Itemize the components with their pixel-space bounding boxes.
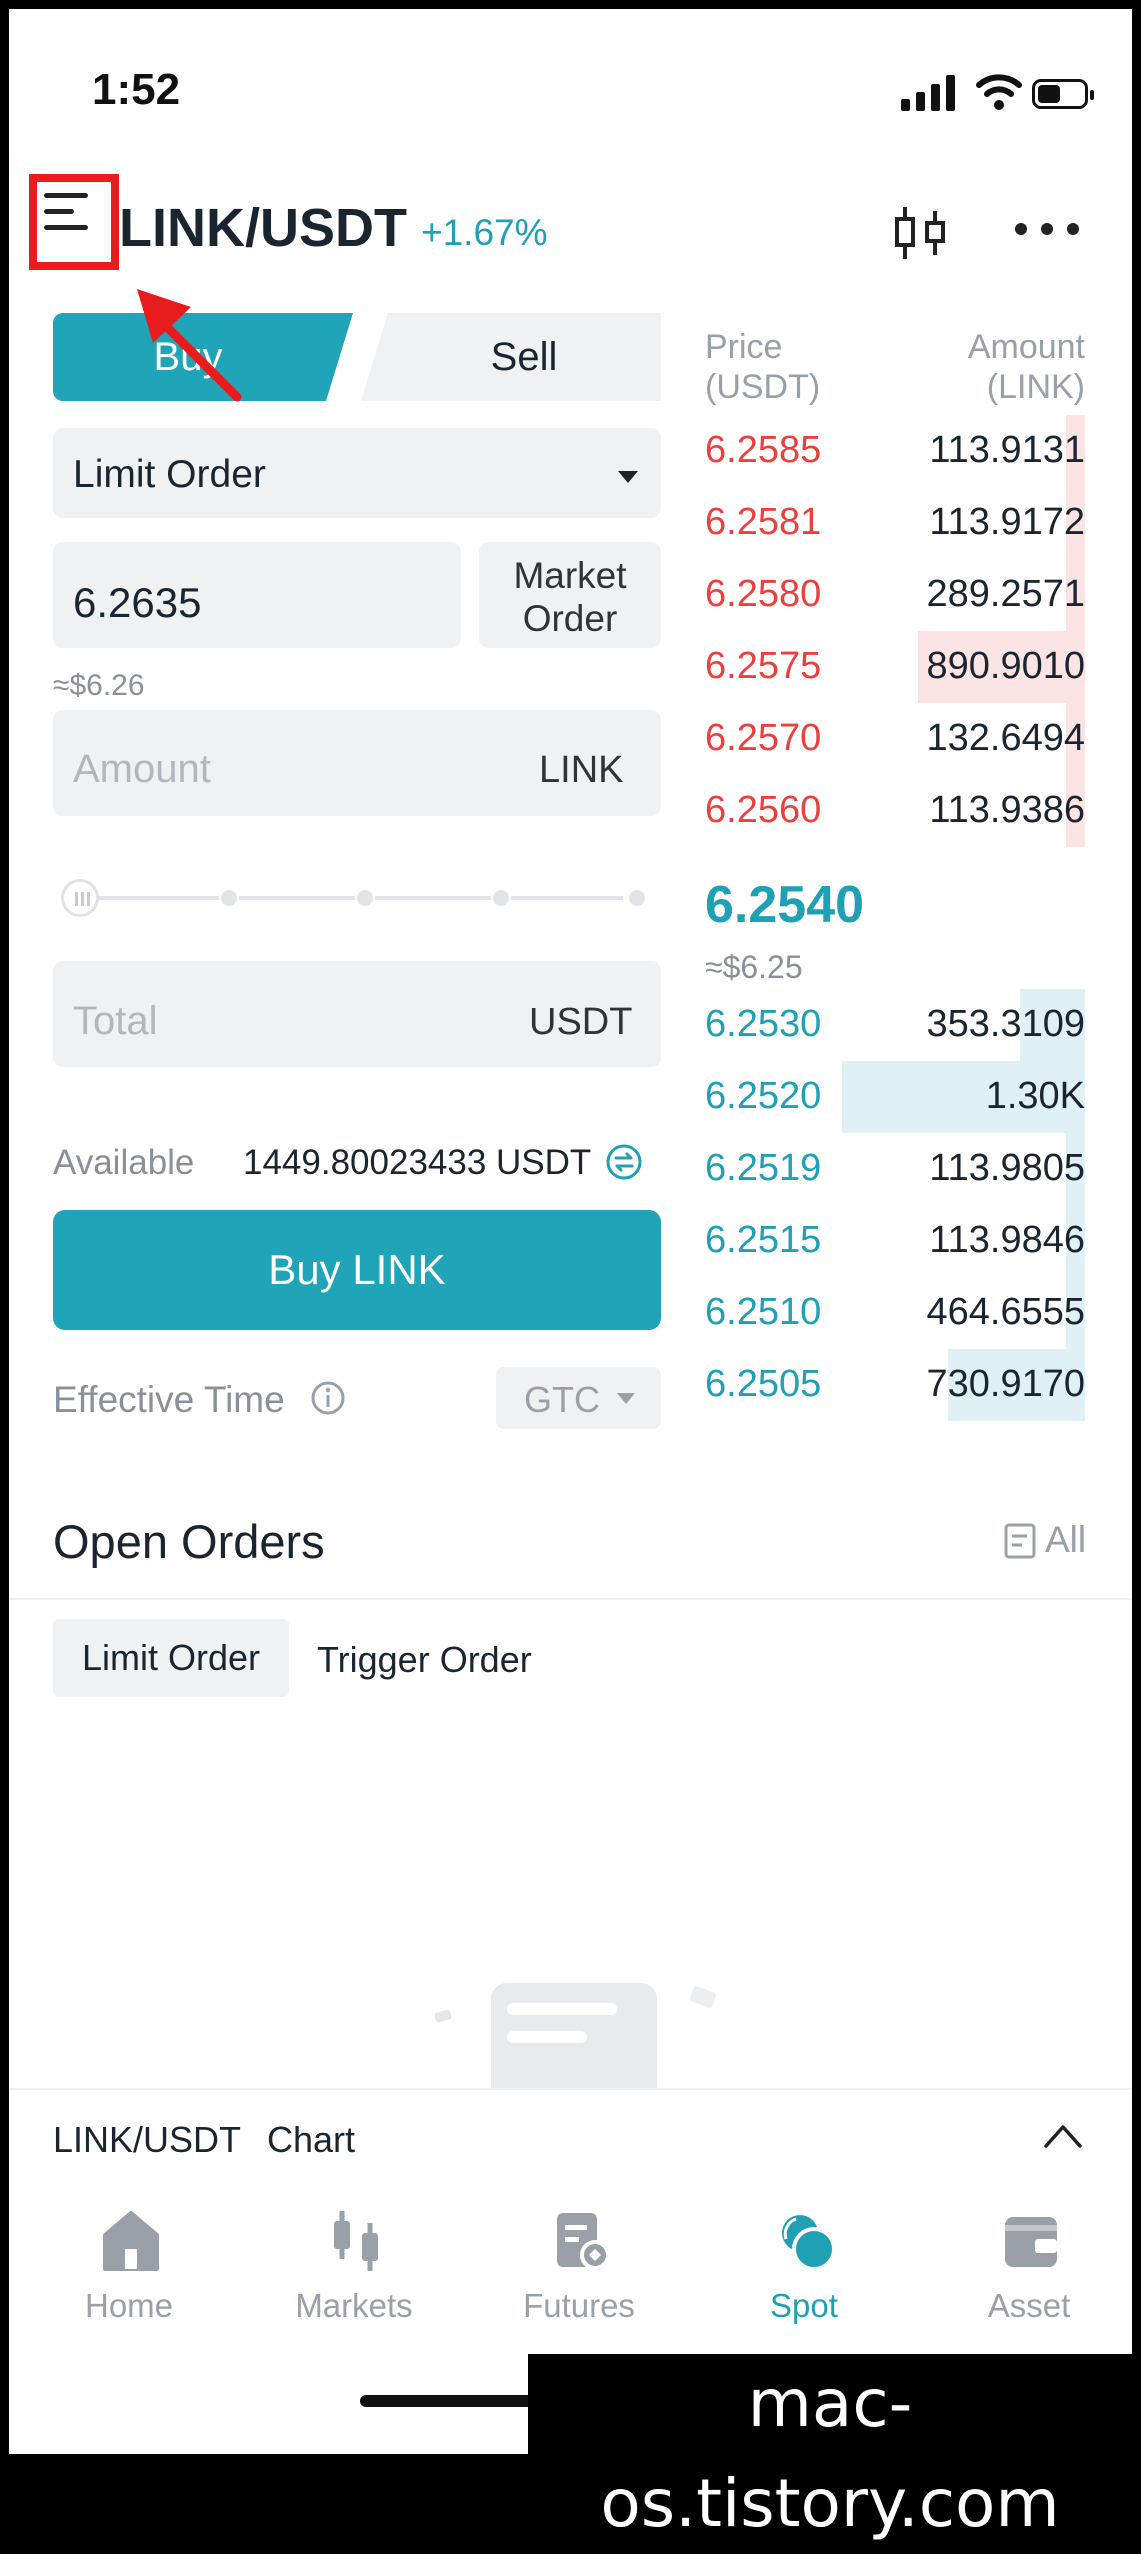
status-time: 1:52 (92, 65, 181, 114)
effective-time-label: Effective Time (53, 1379, 285, 1420)
bid-row[interactable]: 6.2520 1.30K (705, 1061, 1085, 1133)
ask-row[interactable]: 6.2581 113.9172 (705, 487, 1085, 559)
orderbook-amount: 353.3109 (926, 1003, 1086, 1045)
slider-mark-25[interactable] (219, 888, 239, 908)
tab-label: Home (84, 2287, 174, 2324)
watermark: mac-os.tistory.com (528, 2354, 1132, 2542)
more-icon[interactable] (1015, 223, 1079, 235)
orderbook-price: 6.2510 (705, 1291, 822, 1333)
tab-label: Markets (295, 2287, 413, 2324)
orderbook-price: 6.2581 (705, 501, 822, 543)
ask-row[interactable]: 6.2560 113.9386 (705, 775, 1085, 847)
bid-row[interactable]: 6.2505 730.9170 (705, 1349, 1085, 1421)
pointer-arrow-icon (137, 289, 242, 402)
total-unit: USDT (529, 1001, 633, 1043)
orderbook-amount: 730.9170 (926, 1363, 1086, 1405)
orderbook-price: 6.2575 (705, 645, 822, 687)
battery-icon (1032, 79, 1094, 109)
market-order-label: Market Order (513, 555, 627, 639)
wifi-icon (976, 74, 1022, 110)
orderbook-amount: 464.6555 (926, 1291, 1086, 1333)
orderbook-price: 6.2580 (705, 573, 822, 615)
orderbook-price: 6.2530 (705, 1003, 822, 1045)
tab-home[interactable]: Home (39, 2199, 219, 2349)
slider-mark-100[interactable] (627, 888, 647, 908)
last-price: 6.2540 (705, 876, 865, 934)
tab-futures[interactable]: Futures (489, 2199, 669, 2349)
orderbook-price: 6.2520 (705, 1075, 822, 1117)
orderbook-price: 6.2519 (705, 1147, 822, 1189)
orderbook-amount: 890.9010 (926, 645, 1086, 687)
open-orders-title: Open Orders (53, 1515, 325, 1568)
highlight-box (29, 174, 119, 270)
divider (9, 1598, 1132, 1600)
tab-trigger-order[interactable]: Trigger Order (317, 1639, 532, 1681)
dropdown-caret-icon (617, 1393, 635, 1404)
slider-mark-75[interactable] (491, 888, 511, 908)
order-type-value: Limit Order (73, 453, 266, 496)
bid-row[interactable]: 6.2515 113.9846 (705, 1205, 1085, 1277)
orderbook-amount: 113.9131 (929, 429, 1085, 471)
chart-pair: LINK/USDT (53, 2119, 242, 2160)
spot-icon (782, 2215, 836, 2271)
app-screen: 1:52 LINK/USDT +1.67% Buy Sell Limit Ord… (9, 9, 1132, 2454)
all-orders-link[interactable]: All (1045, 1519, 1086, 1561)
orderbook-price: 6.2505 (705, 1363, 822, 1405)
orderbook-amount: 113.9805 (929, 1147, 1085, 1189)
ask-row[interactable]: 6.2580 289.2571 (705, 559, 1085, 631)
tab-label: Spot (770, 2287, 838, 2324)
orderbook-amount: 1.30K (985, 1075, 1085, 1117)
ask-row[interactable]: 6.2585 113.9131 (705, 415, 1085, 487)
orderbook-amount: 113.9172 (929, 501, 1085, 543)
price-value: 6.2635 (73, 579, 202, 626)
chevron-up-icon[interactable] (1043, 2121, 1083, 2149)
cellular-signal-icon (901, 75, 959, 111)
orderbook-amount-header: Amount (LINK) (967, 328, 1085, 406)
wallet-icon (1005, 2217, 1057, 2267)
tab-limit-order-label: Limit Order (81, 1637, 261, 1678)
orderbook-price: 6.2585 (705, 429, 822, 471)
tab-asset[interactable]: Asset (939, 2199, 1119, 2349)
list-icon[interactable] (1003, 1522, 1037, 1560)
chart-label[interactable]: Chart (267, 2119, 355, 2161)
info-icon[interactable] (309, 1379, 347, 1417)
dropdown-caret-icon (618, 471, 638, 483)
ask-row[interactable]: 6.2570 132.6494 (705, 703, 1085, 775)
futures-icon (557, 2213, 610, 2270)
orderbook-amount: 132.6494 (926, 717, 1086, 759)
amount-placeholder: Amount (73, 747, 211, 791)
candlestick-icon[interactable] (895, 205, 947, 261)
tab-spot[interactable]: Spot (714, 2199, 894, 2349)
empty-orders-illustration (434, 1983, 717, 2109)
slider-handle[interactable] (61, 879, 99, 917)
transfer-icon[interactable] (605, 1143, 643, 1181)
bid-row[interactable]: 6.2519 113.9805 (705, 1133, 1085, 1205)
pair-title[interactable]: LINK/USDT (119, 197, 407, 259)
home-icon (103, 2211, 159, 2271)
tab-markets[interactable]: Markets (264, 2199, 444, 2349)
slider-mark-50[interactable] (355, 888, 375, 908)
pair-change: +1.67% (421, 212, 548, 253)
orderbook-price: 6.2560 (705, 789, 822, 831)
bid-row[interactable]: 6.2530 353.3109 (705, 989, 1085, 1061)
orderbook-amount: 113.9846 (929, 1219, 1085, 1261)
orderbook-amount: 113.9386 (929, 789, 1085, 831)
available-label: Available (53, 1143, 195, 1182)
sell-tab-label: Sell (490, 335, 558, 379)
markets-icon (334, 2211, 378, 2271)
total-placeholder: Total (73, 999, 158, 1043)
last-price-approx: ≈$6.25 (705, 949, 803, 985)
time-in-force-value: GTC (524, 1379, 600, 1420)
bid-row[interactable]: 6.2510 464.6555 (705, 1277, 1085, 1349)
available-value: 1449.80023433 USDT (243, 1143, 592, 1182)
tab-label: Futures (523, 2287, 635, 2324)
ask-row[interactable]: 6.2575 890.9010 (705, 631, 1085, 703)
price-approx: ≈$6.26 (53, 669, 145, 702)
orderbook-price-header: Price (USDT) (705, 328, 821, 406)
orderbook-price: 6.2515 (705, 1219, 822, 1261)
orderbook-price: 6.2570 (705, 717, 822, 759)
buy-link-button-label: Buy LINK (268, 1246, 446, 1293)
tab-label: Asset (987, 2287, 1071, 2324)
orderbook-amount: 289.2571 (926, 573, 1086, 615)
